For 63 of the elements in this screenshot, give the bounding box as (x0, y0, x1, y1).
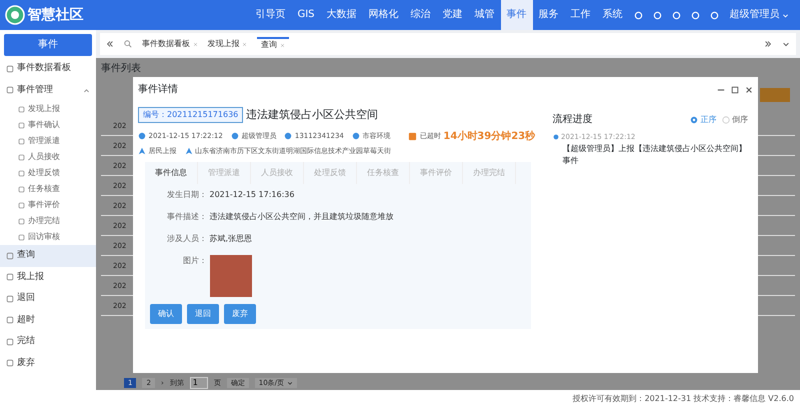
page-tab[interactable]: 查询 (257, 37, 288, 51)
sidebar-item[interactable]: 完结 (0, 331, 96, 352)
nav-tab[interactable]: 系统 (596, 0, 628, 30)
nav-tab[interactable]: 引导页 (249, 0, 292, 30)
sidebar-subitem[interactable]: 任务核查 (0, 181, 96, 197)
sidebar-subitem[interactable]: 事件评价 (0, 197, 96, 213)
nav-tab[interactable]: GIS (291, 0, 320, 30)
sidebar-item[interactable]: 我上报 (0, 266, 96, 288)
sidebar-item[interactable]: 事件管理 (0, 80, 96, 101)
caret-icon (286, 380, 293, 386)
nav-tab[interactable]: 综治 (404, 0, 436, 30)
page-tab[interactable]: 发现上报 (208, 38, 247, 50)
nav-tab[interactable]: 工作 (564, 0, 596, 30)
close-icon (192, 42, 198, 46)
sidebar-subitem[interactable]: 发现上报 (0, 101, 96, 117)
nav-tab[interactable]: 服务 (532, 0, 564, 30)
nav-tab[interactable]: 事件 (500, 0, 532, 30)
collapse-icon[interactable] (106, 40, 114, 48)
logo-icon (5, 5, 25, 25)
sidebar-subitem[interactable]: 回访审核 (0, 229, 96, 245)
close-icon[interactable] (745, 86, 753, 94)
action-button[interactable]: 废弃 (224, 304, 256, 324)
sidebar-subitem[interactable]: 处理反馈 (0, 165, 96, 181)
page-tab[interactable]: 事件数据看板 (142, 38, 198, 50)
nav-tab[interactable]: 网格化 (362, 0, 404, 30)
close-icon (280, 42, 284, 48)
action-button[interactable]: 确认 (150, 304, 182, 324)
detail-tab[interactable]: 事件信息 (145, 162, 198, 184)
sidebar-subitem[interactable]: 管理派遣 (0, 133, 96, 149)
logo-text: 智慧社区 (28, 6, 84, 24)
sidebar-subitem[interactable]: 办理完结 (0, 213, 96, 229)
nav-tab[interactable]: 城管 (468, 0, 500, 30)
user-menu[interactable]: 超级管理员 (724, 0, 795, 30)
sidebar-subitem[interactable]: 人员接收 (0, 149, 96, 165)
dropdown-icon (782, 40, 790, 48)
footer-text: 授权许可有效期到：2021-12-31 技术支持：睿馨信息 V2.6.0 (96, 390, 800, 407)
sidebar-item[interactable]: 退回 (0, 288, 96, 310)
nav-tab[interactable]: 大数据 (320, 0, 362, 30)
sidebar-item[interactable]: 查询 (0, 245, 96, 266)
sidebar-title: 事件 (4, 34, 92, 56)
caret-icon (782, 12, 789, 18)
radio-icon[interactable] (690, 116, 698, 124)
nav-tab[interactable]: 党建 (436, 0, 468, 30)
action-button[interactable]: 退回 (187, 304, 219, 324)
sidebar-item[interactable]: 废弃 (0, 352, 96, 374)
close-icon (242, 42, 247, 46)
modal-title: 事件详情 (138, 82, 178, 97)
sidebar-subitem[interactable]: 事件确认 (0, 117, 96, 133)
photo-placeholder (210, 254, 252, 296)
maximize-icon[interactable] (731, 86, 739, 94)
sidebar-item[interactable]: 事件数据看板 (0, 58, 96, 80)
page-input[interactable]: 1 (190, 377, 208, 389)
search-icon (124, 40, 132, 48)
event-code: 编号：20211215171636 (138, 107, 244, 124)
radio-label[interactable]: 正序 (700, 114, 716, 126)
sidebar-item[interactable]: 超时 (0, 310, 96, 331)
field-label: 图片： (182, 254, 207, 266)
caret-icon (83, 86, 90, 94)
radio-icon[interactable] (722, 116, 730, 124)
timeline-dot-icon (552, 134, 559, 140)
expand-tabs-icon (764, 40, 772, 48)
section-title: 事件列表 (101, 62, 142, 76)
radio-label[interactable]: 倒序 (732, 114, 748, 126)
